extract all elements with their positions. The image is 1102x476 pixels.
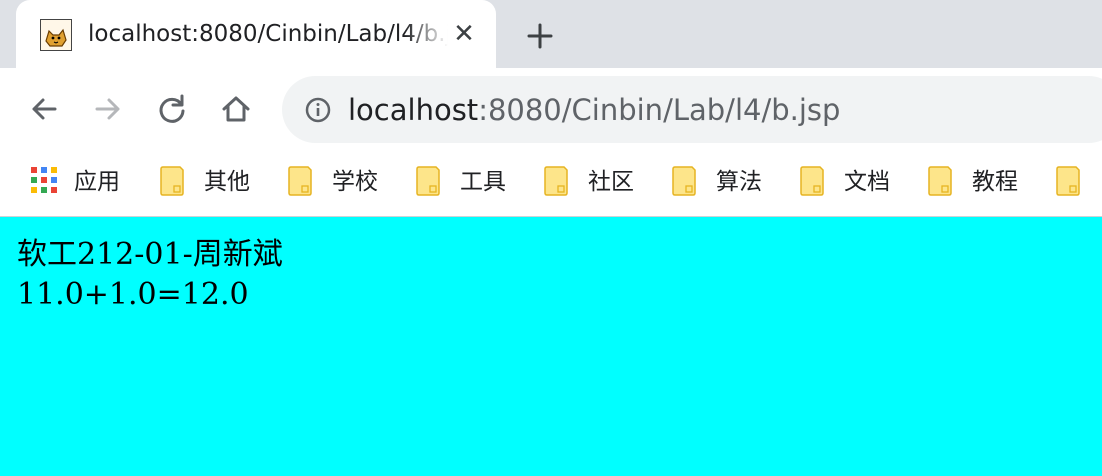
bookmarks-bar: 应用 其他 学校 工具 社区 算法 文档 教程: [0, 150, 1102, 217]
url-text: localhost:8080/Cinbin/Lab/l4/b.jsp: [348, 89, 840, 131]
active-tab[interactable]: localhost:8080/Cinbin/Lab/l4/b.jsp ✕: [16, 0, 496, 68]
bookmark-label: 学校: [332, 169, 378, 195]
bookmark-apps[interactable]: 应用: [30, 164, 130, 200]
bookmark-label: 工具: [460, 169, 506, 195]
folder-icon: [928, 166, 952, 196]
home-icon[interactable]: [216, 89, 256, 129]
apps-grid-icon: [30, 166, 60, 196]
folder-icon: [288, 166, 312, 196]
folder-icon: [160, 166, 184, 196]
new-tab-plus-icon[interactable]: [520, 16, 560, 56]
forward-arrow-icon[interactable]: [88, 89, 128, 129]
bookmark-label: 文档: [844, 169, 890, 195]
site-info-icon[interactable]: [304, 96, 332, 124]
bookmark-folder-shequ[interactable]: 社区: [544, 164, 654, 200]
student-info-text: 软工212-01-周新斌: [17, 237, 283, 272]
bookmark-folder-jiaocheng[interactable]: 教程: [928, 164, 1038, 200]
tomcat-icon: [40, 19, 72, 51]
folder-icon: [1056, 166, 1080, 196]
bookmark-label: 教程: [972, 169, 1018, 195]
tab-strip: localhost:8080/Cinbin/Lab/l4/b.jsp ✕: [0, 0, 1102, 68]
bookmark-folder-xuexiao[interactable]: 学校: [288, 164, 398, 200]
page-content: 软工212-01-周新斌 11.0+1.0=12.0: [0, 217, 1102, 476]
bookmark-folder-suanfa[interactable]: 算法: [672, 164, 782, 200]
folder-icon: [672, 166, 696, 196]
folder-icon: [800, 166, 824, 196]
tab-title: localhost:8080/Cinbin/Lab/l4/b.jsp: [88, 21, 448, 47]
reload-icon[interactable]: [152, 89, 192, 129]
bookmark-label: 应用: [74, 169, 120, 195]
bookmark-folder-wendang[interactable]: 文档: [800, 164, 910, 200]
url-host: localhost: [348, 93, 479, 127]
bookmark-folder-qita[interactable]: 其他: [160, 164, 270, 200]
calculation-result-text: 11.0+1.0=12.0: [17, 277, 249, 312]
url-path: :8080/Cinbin/Lab/l4/b.jsp: [478, 93, 841, 127]
bookmark-folder-overflow[interactable]: [1056, 164, 1102, 200]
navigation-toolbar: localhost:8080/Cinbin/Lab/l4/b.jsp: [0, 68, 1102, 150]
address-bar[interactable]: localhost:8080/Cinbin/Lab/l4/b.jsp: [282, 76, 1102, 143]
bookmark-label: 其他: [204, 169, 250, 195]
bookmark-folder-gongju[interactable]: 工具: [416, 164, 526, 200]
folder-icon: [544, 166, 568, 196]
bookmark-label: 社区: [588, 169, 634, 195]
folder-icon: [416, 166, 440, 196]
back-arrow-icon[interactable]: [24, 89, 64, 129]
bookmark-label: 算法: [716, 169, 762, 195]
close-tab-icon[interactable]: ✕: [450, 20, 478, 48]
